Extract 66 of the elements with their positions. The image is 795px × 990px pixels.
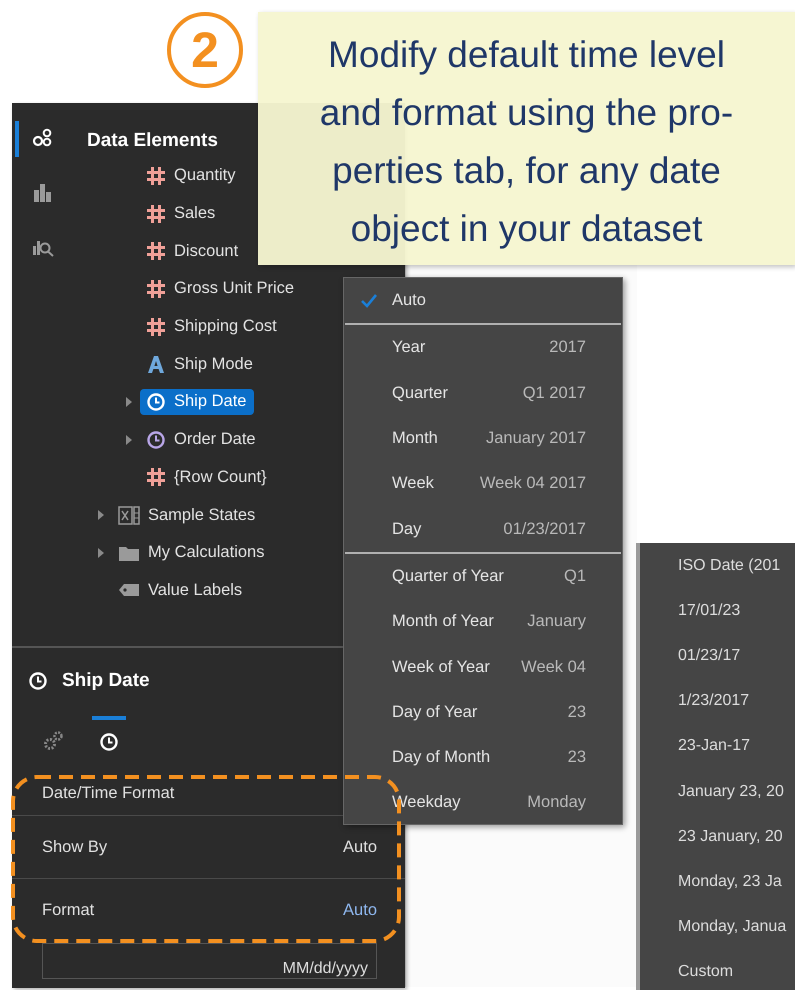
- hash-icon: [146, 204, 166, 224]
- example-text: Q1: [564, 566, 586, 586]
- clock-icon: [146, 430, 166, 450]
- menu-item[interactable]: Monday, 23 Ja: [640, 859, 795, 904]
- gears-icon: [42, 730, 64, 752]
- property-label: Show By: [42, 838, 108, 856]
- hash-icon: [146, 467, 166, 488]
- clock-icon: [28, 671, 48, 691]
- dropdown-value[interactable]: Auto: [343, 900, 377, 920]
- step-badge: 2: [167, 12, 243, 88]
- panel-title: Data Elements: [87, 130, 218, 152]
- menu-item[interactable]: Monday, Janua: [640, 904, 795, 950]
- hash-icon: [146, 278, 166, 299]
- hash-icon: [146, 166, 166, 186]
- menu-item[interactable]: 23 January, 20: [640, 814, 795, 860]
- tree-item[interactable]: Value Labels: [112, 577, 250, 604]
- menu-item[interactable]: 01/23/17: [640, 633, 795, 679]
- menu-item[interactable]: 1/23/2017: [640, 678, 795, 724]
- example-text: Monday: [527, 793, 586, 812]
- tree-item[interactable]: Gross Unit Price: [140, 276, 302, 302]
- menu-item[interactable]: Day of Year 23: [344, 690, 622, 735]
- hash-icon: [146, 316, 166, 337]
- menu-item[interactable]: Auto: [344, 278, 622, 324]
- tree-item[interactable]: Order Date: [140, 426, 264, 453]
- format-field[interactable]: MM/dd/yyyy: [42, 943, 377, 979]
- example-text: Week 04 2017: [480, 474, 586, 494]
- tree-item[interactable]: Shipping Cost: [140, 314, 285, 340]
- property-label: Format: [42, 900, 94, 920]
- menu-item[interactable]: 17/01/23: [640, 588, 795, 634]
- example-text: 23: [568, 702, 586, 722]
- dropdown-value[interactable]: Auto: [343, 838, 377, 856]
- bar-chart-icon: [32, 182, 54, 204]
- menu-item[interactable]: Quarter Q1 2017: [344, 370, 622, 416]
- clock-icon: [99, 732, 119, 752]
- properties-title: Ship Date: [62, 670, 150, 692]
- menu-item[interactable]: Quarter of Year Q1: [344, 554, 622, 600]
- clock-icon: [146, 392, 166, 412]
- tree-item[interactable]: Discount: [140, 238, 246, 264]
- menu-item[interactable]: Day 01/23/2017: [344, 506, 622, 552]
- tree-item[interactable]: Sample States: [112, 502, 264, 528]
- example-text: 2017: [549, 338, 586, 358]
- hash-icon: [146, 241, 166, 262]
- menu-item[interactable]: January 23, 20: [640, 768, 795, 814]
- spreadsheet-icon: [118, 505, 140, 526]
- callout-note: Modify default time level and format using the pro- perties tab, for any date object in your dataset: [258, 12, 795, 265]
- menu-item[interactable]: Month of Year January: [344, 599, 622, 644]
- menu-item[interactable]: 23-Jan-17: [640, 724, 795, 769]
- tree-item[interactable]: Quantity: [140, 162, 244, 189]
- example-text: January 2017: [486, 429, 586, 448]
- tree-item[interactable]: {Row Count}: [140, 464, 275, 490]
- example-text: Week 04: [521, 658, 586, 677]
- example-text: 01/23/2017: [503, 520, 586, 539]
- tree-item[interactable]: Sales: [140, 200, 224, 227]
- menu-item[interactable]: Custom: [640, 950, 795, 990]
- menu-item[interactable]: Month January 2017: [344, 416, 622, 462]
- menu-item[interactable]: Year 2017: [344, 325, 622, 371]
- menu-item[interactable]: ISO Date (201: [640, 543, 795, 588]
- tree-item[interactable]: Ship Date: [140, 388, 254, 415]
- example-text: 23: [568, 748, 586, 768]
- letter-a-icon: [146, 354, 166, 374]
- tree-item[interactable]: Ship Mode: [140, 351, 261, 378]
- menu-item[interactable]: Week Week 04 2017: [344, 461, 622, 506]
- example-text: Q1 2017: [522, 384, 586, 403]
- tree-item[interactable]: My Calculations: [112, 540, 272, 566]
- menu-item[interactable]: Week of Year Week 04: [344, 644, 622, 690]
- example-text: January: [527, 612, 586, 632]
